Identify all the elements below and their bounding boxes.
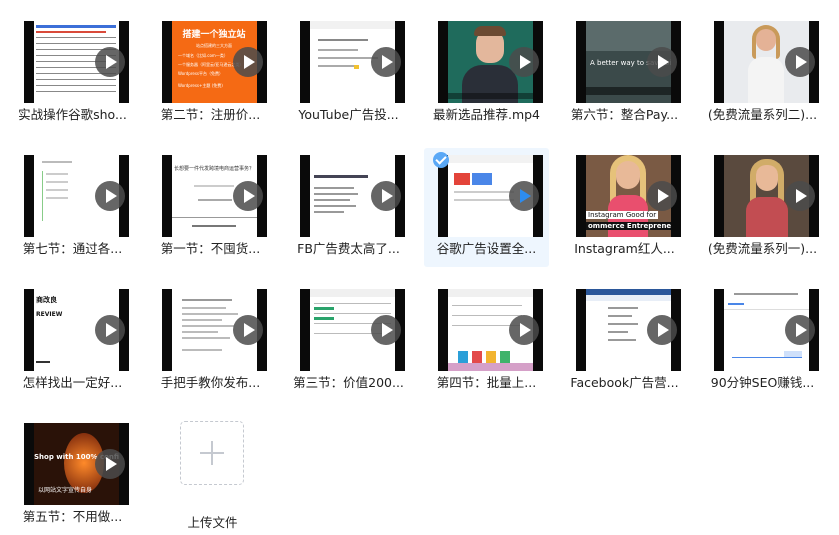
file-item[interactable]: 搭建一个独立站 站点搭建的三大方面 一个域名（比如.com一类） 一个服务器（阿… bbox=[148, 14, 273, 133]
file-item[interactable]: Instagram Good for ommerce Entreprene In… bbox=[562, 148, 687, 267]
file-name: 第七节：通过各... bbox=[22, 241, 123, 256]
play-icon[interactable] bbox=[509, 181, 539, 211]
video-thumbnail bbox=[24, 21, 129, 103]
file-name: (免费流量系列一)... bbox=[707, 241, 818, 256]
play-icon[interactable] bbox=[233, 181, 263, 211]
play-icon[interactable] bbox=[233, 47, 263, 77]
file-name: FB广告费太高了... bbox=[297, 241, 400, 256]
video-thumbnail: Shop with 100% confidence 以网站文字宣传自身 bbox=[24, 423, 129, 505]
video-thumbnail bbox=[576, 289, 681, 371]
play-icon[interactable] bbox=[95, 181, 125, 211]
play-icon[interactable] bbox=[95, 315, 125, 345]
play-icon[interactable] bbox=[785, 315, 815, 345]
file-name: 90分钟SEO赚钱... bbox=[710, 375, 815, 390]
file-item[interactable]: FB广告费太高了... bbox=[286, 148, 411, 267]
file-item[interactable]: 90分钟SEO赚钱... bbox=[700, 282, 825, 401]
file-item[interactable]: 最新选品推荐.mp4 bbox=[424, 14, 549, 133]
file-name: 第一节：不囤货... bbox=[160, 241, 261, 256]
upload-button[interactable] bbox=[180, 421, 244, 485]
file-item[interactable]: 实战操作谷歌sho... bbox=[10, 14, 135, 133]
play-icon[interactable] bbox=[647, 315, 677, 345]
checkmark-icon[interactable] bbox=[433, 152, 449, 168]
video-thumbnail: Instagram Good for ommerce Entreprene bbox=[576, 155, 681, 237]
file-grid: 实战操作谷歌sho... 搭建一个独立站 站点搭建的三大方面 一个域名（比如.c… bbox=[0, 0, 839, 530]
thumb-text: Wordpress平台（免费） bbox=[178, 71, 224, 76]
upload-file-tile[interactable]: 上传文件 bbox=[160, 416, 265, 535]
play-icon[interactable] bbox=[95, 449, 125, 479]
file-item-selected[interactable]: 谷歌广告设置全... bbox=[424, 148, 549, 267]
video-thumbnail: 商改良 REVIEW bbox=[24, 289, 129, 371]
file-item[interactable]: Facebook广告营... bbox=[562, 282, 687, 401]
video-thumbnail bbox=[300, 289, 405, 371]
play-icon[interactable] bbox=[785, 47, 815, 77]
thumb-text: 商改良 bbox=[36, 296, 57, 304]
thumb-text: ommerce Entreprene bbox=[586, 222, 671, 230]
file-name: Instagram红人... bbox=[574, 241, 675, 256]
file-item[interactable]: 手把手教你发布... bbox=[148, 282, 273, 401]
video-thumbnail bbox=[300, 155, 405, 237]
file-item[interactable]: 长想要一件代发跨境电商运营事务？ 第一节：不囤货... bbox=[148, 148, 273, 267]
file-item[interactable]: 商改良 REVIEW 怎样找出一定好... bbox=[10, 282, 135, 401]
play-icon[interactable] bbox=[647, 47, 677, 77]
video-thumbnail bbox=[714, 21, 819, 103]
file-name: 第四节：批量上... bbox=[436, 375, 537, 390]
thumb-text: REVIEW bbox=[36, 311, 63, 318]
file-name: 怎样找出一定好... bbox=[22, 375, 123, 390]
file-item[interactable]: Shop with 100% confidence 以网站文字宣传自身 第五节：… bbox=[10, 416, 135, 535]
file-name: (免费流量系列二)... bbox=[707, 107, 818, 122]
video-thumbnail bbox=[714, 289, 819, 371]
thumb-text: 长想要一件代发跨境电商运营事务？ bbox=[174, 166, 254, 172]
play-icon[interactable] bbox=[785, 181, 815, 211]
play-icon[interactable] bbox=[509, 47, 539, 77]
file-name: 实战操作谷歌sho... bbox=[18, 107, 127, 122]
video-thumbnail bbox=[162, 289, 267, 371]
video-thumbnail: 搭建一个独立站 站点搭建的三大方面 一个域名（比如.com一类） 一个服务器（阿… bbox=[162, 21, 267, 103]
file-item[interactable]: 第七节：通过各... bbox=[10, 148, 135, 267]
thumb-title: 搭建一个独立站 bbox=[182, 30, 246, 40]
file-name: 最新选品推荐.mp4 bbox=[432, 107, 541, 122]
video-thumbnail bbox=[24, 155, 129, 237]
file-item[interactable]: 第四节：批量上... bbox=[424, 282, 549, 401]
file-name: 手把手教你发布... bbox=[160, 375, 261, 390]
file-item[interactable]: YouTube广告投... bbox=[286, 14, 411, 133]
video-thumbnail: 长想要一件代发跨境电商运营事务？ bbox=[162, 155, 267, 237]
thumb-text: Instagram Good for bbox=[586, 211, 659, 219]
thumb-text: 一个域名（比如.com一类） bbox=[178, 53, 228, 58]
file-item[interactable]: (免费流量系列一)... bbox=[700, 148, 825, 267]
thumb-text: 以网站文字宣传自身 bbox=[38, 487, 93, 494]
file-item[interactable]: 第三节：价值200... bbox=[286, 282, 411, 401]
play-icon[interactable] bbox=[95, 47, 125, 77]
video-thumbnail: A better way to save big bbox=[576, 21, 681, 103]
play-icon[interactable] bbox=[371, 181, 401, 211]
file-name: YouTube广告投... bbox=[298, 107, 399, 122]
file-name: 第五节：不用做... bbox=[22, 509, 123, 524]
play-icon[interactable] bbox=[647, 181, 677, 211]
plus-icon bbox=[211, 441, 213, 465]
file-name: 第三节：价值200... bbox=[293, 375, 404, 390]
file-name: Facebook广告营... bbox=[570, 375, 679, 390]
play-icon[interactable] bbox=[371, 315, 401, 345]
play-icon[interactable] bbox=[509, 315, 539, 345]
video-thumbnail bbox=[714, 155, 819, 237]
video-thumbnail bbox=[438, 155, 543, 237]
file-name: 谷歌广告设置全... bbox=[436, 241, 537, 256]
thumb-text: Wordpress+主题 (免费) bbox=[178, 83, 223, 88]
video-thumbnail bbox=[300, 21, 405, 103]
file-item[interactable]: (免费流量系列二)... bbox=[700, 14, 825, 133]
video-thumbnail bbox=[438, 21, 543, 103]
video-thumbnail bbox=[438, 289, 543, 371]
play-icon[interactable] bbox=[371, 47, 401, 77]
file-item[interactable]: A better way to save big 第六节：整合Pay... bbox=[562, 14, 687, 133]
upload-label: 上传文件 bbox=[187, 515, 238, 530]
file-name: 第六节：整合Pay... bbox=[570, 107, 679, 122]
play-icon[interactable] bbox=[233, 315, 263, 345]
file-name: 第二节：注册价... bbox=[160, 107, 261, 122]
